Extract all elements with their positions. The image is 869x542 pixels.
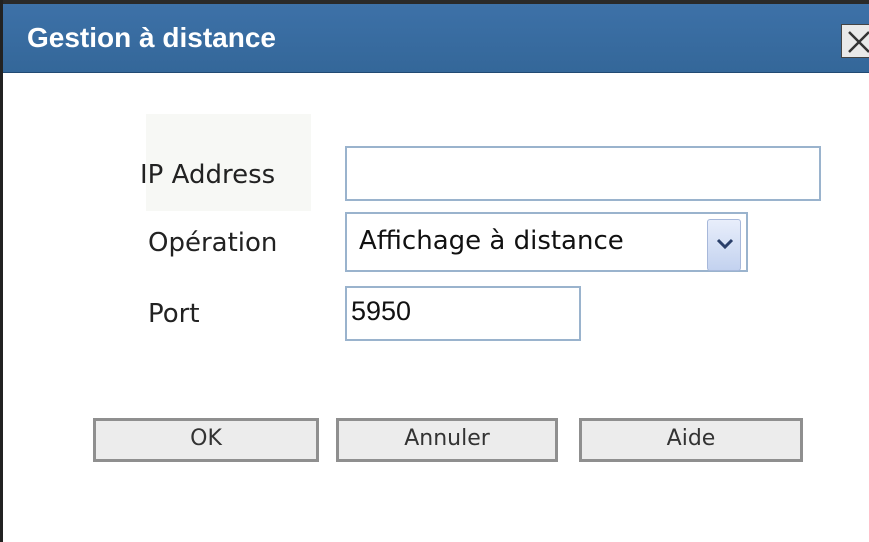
- remote-management-dialog: Gestion à distance IP Address Opération …: [0, 0, 869, 542]
- close-button[interactable]: [841, 24, 869, 58]
- port-label: Port: [148, 299, 200, 329]
- dialog-title: Gestion à distance: [27, 22, 276, 53]
- close-icon: [848, 31, 869, 53]
- port-input[interactable]: 5950: [345, 286, 581, 341]
- help-button[interactable]: Aide: [579, 418, 803, 462]
- ip-address-label: IP Address: [140, 160, 276, 190]
- operation-selected-value: Affichage à distance: [359, 226, 624, 256]
- operation-dropdown-button[interactable]: [707, 219, 741, 271]
- dialog-titlebar: Gestion à distance: [3, 0, 869, 73]
- cancel-button[interactable]: Annuler: [336, 418, 558, 462]
- chevron-down-icon: [716, 238, 734, 250]
- operation-label: Opération: [148, 228, 278, 258]
- operation-select[interactable]: Affichage à distance: [345, 212, 748, 272]
- ip-address-input[interactable]: [345, 146, 821, 201]
- port-value: 5950: [351, 296, 412, 326]
- ok-button[interactable]: OK: [93, 418, 319, 462]
